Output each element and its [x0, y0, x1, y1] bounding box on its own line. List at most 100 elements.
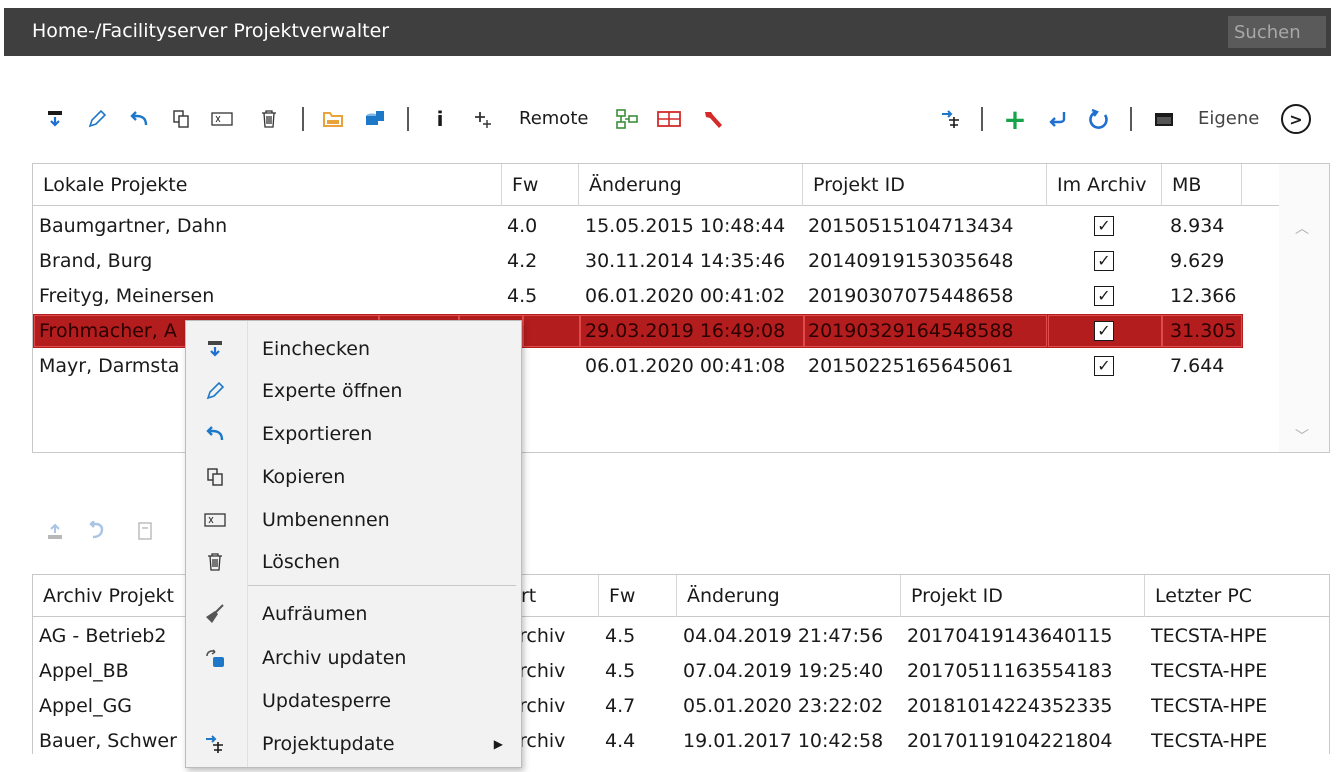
archived-checkbox[interactable]: ✓ [1094, 321, 1114, 341]
menu-item-löschen[interactable]: Löschen [186, 541, 521, 583]
menu-item-projektupdate[interactable]: Projektupdate ▶ [186, 723, 521, 765]
remote-label[interactable]: Remote [519, 108, 588, 129]
project-update-icon[interactable] [938, 104, 964, 134]
column-header-im-archiv[interactable]: Im Archiv [1047, 164, 1162, 206]
menu-item-label: Archiv updaten [262, 647, 407, 669]
database-icon[interactable] [362, 104, 388, 134]
menu-item-updatesperre[interactable]: Updatesperre [186, 680, 521, 722]
toolbar-separator [981, 107, 983, 131]
checkout-icon[interactable] [42, 516, 68, 546]
archived-checkbox[interactable]: ✓ [1094, 286, 1114, 306]
menu-separator [248, 585, 516, 586]
folder-icon[interactable] [320, 104, 346, 134]
cell-mb: 8.934 [1170, 215, 1225, 237]
cell-id: 20150225165645061 [808, 355, 1014, 377]
info-icon[interactable]: i [427, 104, 453, 134]
column-header-mb[interactable]: MB [1162, 164, 1242, 206]
document-icon[interactable] [132, 516, 158, 546]
column-header-letzter-pc[interactable]: Letzter PC [1145, 575, 1329, 617]
column-header-fw[interactable]: Fw [502, 164, 579, 206]
cell-fw: 4.7 [605, 695, 636, 717]
cell-name: Baumgartner, Dahn [39, 215, 228, 237]
cell-date: 19.01.2017 10:42:58 [683, 730, 884, 752]
cell-name: Freityg, Meinersen [39, 285, 215, 307]
cell-date: 15.05.2015 10:48:44 [585, 215, 786, 237]
menu-item-label: Kopieren [262, 466, 346, 488]
title-bar: Home-/Facilityserver Projektverwalter [4, 8, 1331, 56]
cell-pc: TECSTA-HPE [1151, 660, 1268, 682]
table-row[interactable]: Brand, Burg 4.2 30.11.2014 14:35:46 2014091… [33, 244, 1281, 278]
cell-id: 20181014224352335 [907, 695, 1113, 717]
copy-icon[interactable] [168, 104, 194, 134]
cell-id: 20170119104221804 [907, 730, 1113, 752]
column-header-fw[interactable]: Fw [599, 575, 677, 617]
undo-arrow-icon[interactable] [126, 104, 152, 134]
cell-date: 06.01.2020 00:41:08 [585, 355, 786, 377]
window-title: Home-/Facilityserver Projektverwalter [32, 20, 390, 42]
cell-ort: rchiv [519, 660, 566, 682]
checkin-arrow-icon [200, 334, 230, 364]
column-header-lokale-projekte[interactable]: Lokale Projekte [33, 164, 502, 206]
cell-id: 20140919153035648 [808, 250, 1014, 272]
project-update-icon [200, 729, 230, 759]
toolbar-separator [302, 107, 304, 131]
cell-date: 05.01.2020 23:22:02 [683, 695, 884, 717]
scroll-down-icon[interactable]: ﹀ [1295, 426, 1309, 446]
broom-icon [200, 599, 230, 629]
scroll-up-icon[interactable]: ︿ [1295, 218, 1309, 238]
column-header-aenderung[interactable]: Änderung [677, 575, 901, 617]
table-icon[interactable] [656, 104, 682, 134]
cell-date: 04.04.2019 21:47:56 [683, 625, 884, 647]
cell-fw: 4.5 [605, 625, 636, 647]
menu-item-archiv-updaten[interactable]: Archiv updaten [186, 637, 521, 679]
archived-checkbox[interactable]: ✓ [1094, 216, 1114, 236]
toolbar-separator [407, 107, 409, 131]
refresh-icon[interactable] [1086, 104, 1112, 134]
column-header-projekt-id[interactable]: Projekt ID [901, 575, 1145, 617]
cell-date: 06.01.2020 00:41:02 [585, 285, 786, 307]
vertical-scrollbar[interactable]: ︿ ﹀ [1279, 164, 1329, 452]
wrench-icon[interactable] [700, 104, 726, 134]
column-header-projekt-id[interactable]: Projekt ID [803, 164, 1047, 206]
column-header-aenderung[interactable]: Änderung [579, 164, 803, 206]
table-row[interactable]: Baumgartner, Dahn 4.0 15.05.2015 10:48:44 2… [33, 209, 1281, 243]
search-input[interactable] [1228, 16, 1326, 48]
network-icon[interactable] [614, 104, 640, 134]
menu-item-exportieren[interactable]: Exportieren [186, 413, 521, 455]
add-icon[interactable]: + [1002, 103, 1028, 136]
trash-icon[interactable] [256, 104, 282, 134]
archived-checkbox[interactable]: ✓ [1094, 251, 1114, 271]
table-header: Lokale Projekte Fw Änderung Projekt ID I… [33, 164, 1281, 206]
menu-item-einchecken[interactable]: Einchecken [186, 328, 521, 370]
menu-item-label: Projektupdate [262, 733, 395, 755]
cell-fw: 4.0 [507, 215, 538, 237]
menu-item-label: Löschen [262, 551, 340, 573]
return-arrow-icon[interactable] [1044, 104, 1070, 134]
menu-item-experte-öffnen[interactable]: Experte öffnen [186, 370, 521, 412]
window-icon[interactable] [1151, 104, 1177, 134]
menu-item-umbenennen[interactable]: Umbenennen [186, 499, 521, 541]
cell-ort: rchiv [519, 625, 566, 647]
menu-item-label: Experte öffnen [262, 380, 403, 402]
table-row[interactable]: Freityg, Meinersen 4.5 06.01.2020 00:41:02… [33, 279, 1281, 313]
menu-item-kopieren[interactable]: Kopieren [186, 456, 521, 498]
cell-mb: 7.644 [1170, 355, 1225, 377]
checkin-icon[interactable] [42, 104, 68, 134]
eigene-label[interactable]: Eigene [1198, 108, 1259, 129]
archived-checkbox[interactable]: ✓ [1094, 356, 1114, 376]
cell-pc: TECSTA-HPE [1151, 730, 1268, 752]
cell-date: 29.03.2019 16:49:08 [585, 320, 786, 342]
cell-date: 07.04.2019 19:25:40 [683, 660, 884, 682]
pencil-icon[interactable] [84, 104, 110, 134]
cell-name: Brand, Burg [39, 250, 153, 272]
cell-pc: TECSTA-HPE [1151, 625, 1268, 647]
menu-item-aufräumen[interactable]: Aufräumen [186, 593, 521, 635]
rename-icon [200, 505, 230, 535]
sparkle-icon[interactable] [470, 104, 496, 134]
cell-ort: rchiv [519, 695, 566, 717]
redo-icon[interactable] [84, 516, 110, 546]
next-circle-icon[interactable]: > [1281, 104, 1311, 134]
rename-icon[interactable] [209, 104, 235, 134]
archive-update-icon [200, 643, 230, 673]
menu-item-label: Einchecken [262, 338, 371, 360]
